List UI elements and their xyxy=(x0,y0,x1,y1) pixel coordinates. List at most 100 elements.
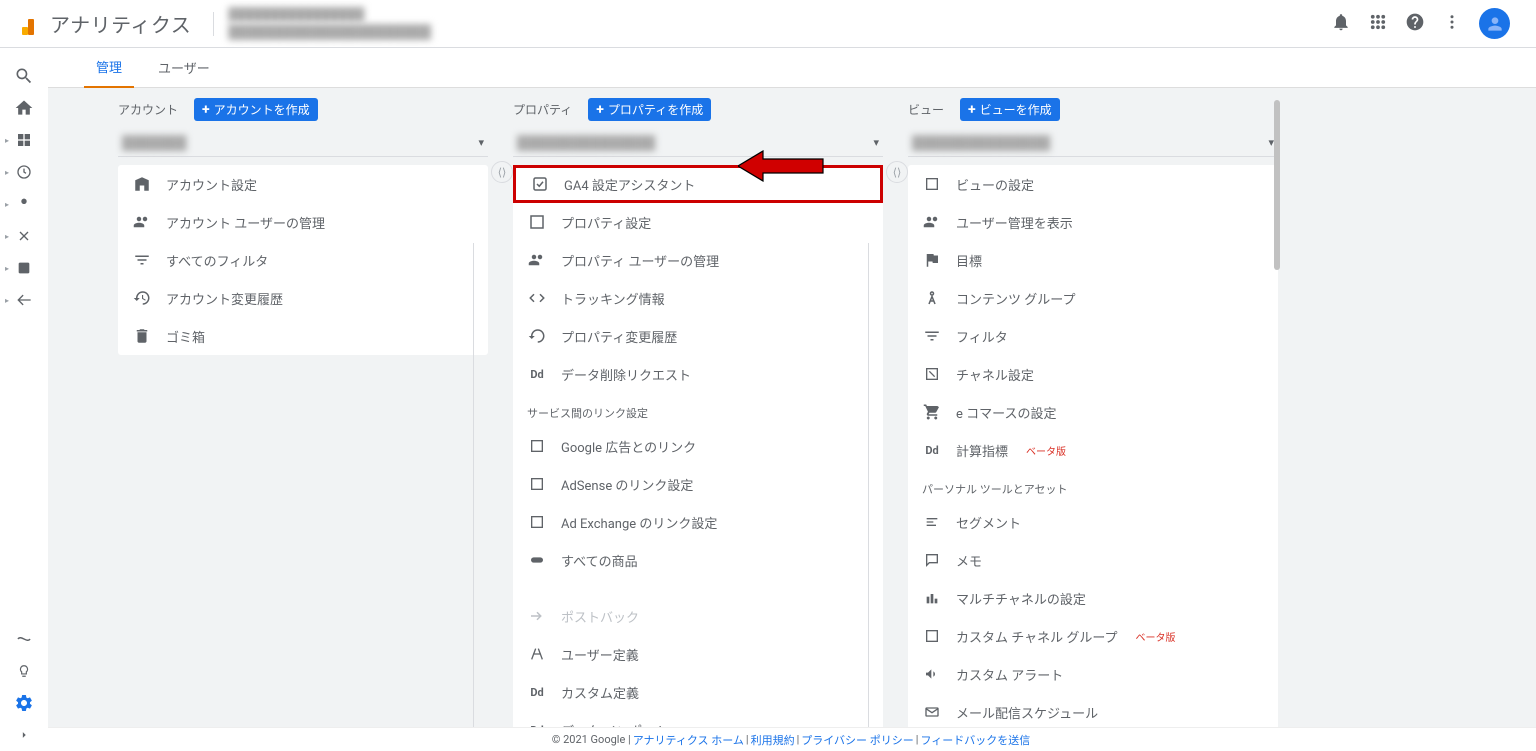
account-user-management[interactable]: アカウント ユーザーの管理 xyxy=(118,203,488,241)
trash-icon xyxy=(132,326,152,346)
property-settings[interactable]: プロパティ設定 xyxy=(513,203,883,241)
ads-icon xyxy=(527,436,547,456)
section-product-linking: サービス間のリンク設定 xyxy=(513,393,883,427)
multi-channel-settings[interactable]: マルチチャネルの設定 xyxy=(908,579,1278,617)
ecommerce-settings[interactable]: e コマースの設定 xyxy=(908,393,1278,431)
view-selector[interactable]: ███████████████ xyxy=(908,129,1278,157)
segments[interactable]: セグメント xyxy=(908,503,1278,541)
property-change-history[interactable]: プロパティ変更履歴 xyxy=(513,317,883,355)
audience-icon[interactable]: ▸ xyxy=(0,188,48,220)
calculated-metrics[interactable]: Dd計算指標ベータ版 xyxy=(908,431,1278,469)
discover-icon[interactable] xyxy=(0,655,48,687)
footer-home-link[interactable]: アナリティクス ホーム xyxy=(633,732,744,748)
app-name: アナリティクス xyxy=(50,9,191,38)
collapse-property-icon[interactable]: ⟨⟩ xyxy=(491,161,513,183)
dd-icon: Dd xyxy=(922,440,942,460)
admin-main: アカウント +アカウントを作成 ███████ アカウント設定 アカウント ユー… xyxy=(48,88,1536,727)
cart-icon xyxy=(922,402,942,422)
segment-icon xyxy=(922,512,942,532)
logo[interactable]: アナリティクス xyxy=(8,9,203,38)
notifications-icon[interactable] xyxy=(1331,12,1351,36)
data-deletion-requests[interactable]: Ddデータ削除リクエスト xyxy=(513,355,883,393)
trash-can[interactable]: ゴミ箱 xyxy=(118,317,488,355)
attribution-icon[interactable] xyxy=(0,623,48,655)
search-icon[interactable] xyxy=(0,60,48,92)
dd-icon: Dd xyxy=(527,682,547,702)
custom-definitions[interactable]: Ddカスタム定義 xyxy=(513,673,883,711)
ad-exchange-linking[interactable]: Ad Exchange のリンク設定 xyxy=(513,503,883,541)
footer-privacy-link[interactable]: プライバシー ポリシー xyxy=(801,732,914,748)
property-title: プロパティ xyxy=(513,101,572,118)
dd-icon: Dd xyxy=(527,720,547,727)
property-column: ⟨⟩ プロパティ +プロパティを作成 ███████████████ GA4 設… xyxy=(513,98,883,727)
customization-icon[interactable]: ▸ xyxy=(0,124,48,156)
data-import[interactable]: Ddデータ インポート xyxy=(513,711,883,727)
view-column: ⟨⟩ ビュー +ビューを作成 ███████████████ ビューの設定 ユー… xyxy=(908,98,1278,727)
home-icon[interactable] xyxy=(0,92,48,124)
tracking-info[interactable]: トラッキング情報 xyxy=(513,279,883,317)
tab-user[interactable]: ユーザー xyxy=(146,48,222,87)
content-grouping[interactable]: コンテンツ グループ xyxy=(908,279,1278,317)
building-icon xyxy=(132,174,152,194)
collapse-view-icon[interactable]: ⟨⟩ xyxy=(886,161,908,183)
comment-icon xyxy=(922,550,942,570)
scheduled-emails[interactable]: メール配信スケジュール xyxy=(908,693,1278,727)
settings-box-icon xyxy=(527,212,547,232)
footer: © 2021 Google | アナリティクス ホーム | 利用規約 | プライ… xyxy=(48,727,1536,751)
link-icon xyxy=(527,550,547,570)
ga4-setup-assistant[interactable]: GA4 設定アシスタント xyxy=(513,165,883,203)
admin-tabs: 管理 ユーザー xyxy=(48,48,1536,88)
app-header: アナリティクス ████████████████ ███████████████… xyxy=(0,0,1536,48)
property-selector[interactable]: ████████████████ ██████████████████████ xyxy=(224,7,1331,40)
tab-admin[interactable]: 管理 xyxy=(84,47,134,89)
user-defined[interactable]: ユーザー定義 xyxy=(513,635,883,673)
conversions-icon[interactable]: ▸ xyxy=(0,284,48,316)
scrollbar[interactable] xyxy=(1274,100,1280,270)
admin-gear-icon[interactable] xyxy=(0,687,48,719)
postbacks[interactable]: ポストバック xyxy=(513,597,883,635)
view-filters[interactable]: フィルタ xyxy=(908,317,1278,355)
people-icon xyxy=(132,212,152,232)
megaphone-icon xyxy=(922,664,942,684)
more-icon[interactable] xyxy=(1443,13,1461,35)
behavior-icon[interactable]: ▸ xyxy=(0,252,48,284)
adsense-linking[interactable]: AdSense のリンク設定 xyxy=(513,465,883,503)
view-settings[interactable]: ビューの設定 xyxy=(908,165,1278,203)
create-account-button[interactable]: +アカウントを作成 xyxy=(194,98,318,121)
custom-alerts[interactable]: カスタム アラート xyxy=(908,655,1278,693)
all-products[interactable]: すべての商品 xyxy=(513,541,883,579)
history-icon xyxy=(527,326,547,346)
people-icon xyxy=(922,212,942,232)
create-property-button[interactable]: +プロパティを作成 xyxy=(588,98,711,121)
view-title: ビュー xyxy=(908,101,944,118)
user-def-icon xyxy=(527,644,547,664)
property-user-management[interactable]: プロパティ ユーザーの管理 xyxy=(513,241,883,279)
footer-terms-link[interactable]: 利用規約 xyxy=(751,732,795,748)
group-icon xyxy=(922,288,942,308)
account-selector[interactable]: ███████ xyxy=(118,129,488,157)
collapse-icon[interactable] xyxy=(0,719,48,751)
all-filters[interactable]: すべてのフィルタ xyxy=(118,241,488,279)
goals[interactable]: 目標 xyxy=(908,241,1278,279)
google-ads-linking[interactable]: Google 広告とのリンク xyxy=(513,427,883,465)
checkbox-icon xyxy=(530,174,550,194)
analytics-logo-icon xyxy=(20,13,42,35)
code-icon xyxy=(527,288,547,308)
channel-settings[interactable]: チャネル設定 xyxy=(908,355,1278,393)
help-icon[interactable] xyxy=(1405,12,1425,36)
custom-channel-groups[interactable]: カスタム チャネル グループベータ版 xyxy=(908,617,1278,655)
create-view-button[interactable]: +ビューを作成 xyxy=(960,98,1060,121)
account-settings[interactable]: アカウント設定 xyxy=(118,165,488,203)
account-avatar[interactable] xyxy=(1479,8,1510,39)
dd-icon: Dd xyxy=(527,364,547,384)
apps-icon[interactable] xyxy=(1369,13,1387,35)
annotations[interactable]: メモ xyxy=(908,541,1278,579)
realtime-icon[interactable]: ▸ xyxy=(0,156,48,188)
account-change-history[interactable]: アカウント変更履歴 xyxy=(118,279,488,317)
account-column: アカウント +アカウントを作成 ███████ アカウント設定 アカウント ユー… xyxy=(118,98,488,727)
footer-feedback-link[interactable]: フィードバックを送信 xyxy=(920,732,1030,748)
property-selector-main[interactable]: ███████████████ xyxy=(513,129,883,157)
acquisition-icon[interactable]: ▸ xyxy=(0,220,48,252)
view-user-management[interactable]: ユーザー管理を表示 xyxy=(908,203,1278,241)
filter-icon xyxy=(922,326,942,346)
